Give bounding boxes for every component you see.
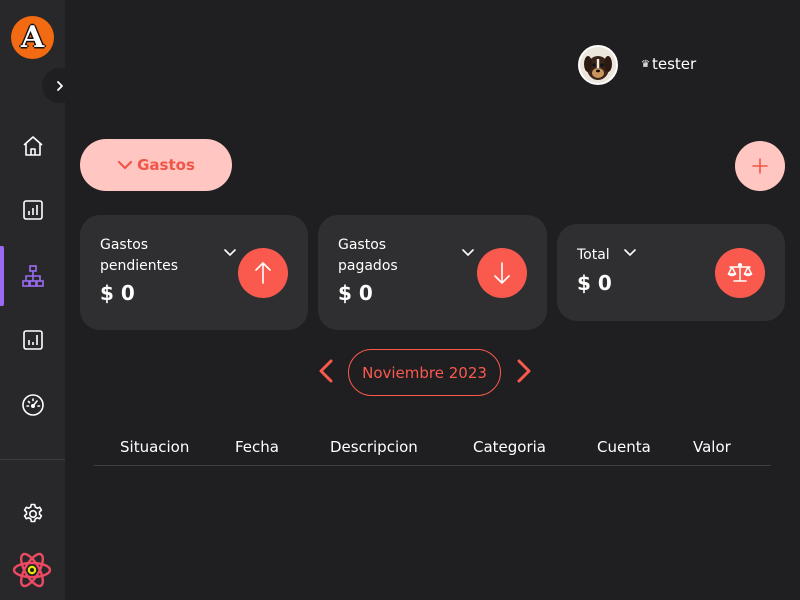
column-header-fecha[interactable]: Fecha [235,438,279,456]
dog-avatar-icon [580,47,616,83]
column-header-situacion[interactable]: Situacion [120,438,189,456]
react-logo-icon [12,550,52,590]
sidebar-item-reports[interactable] [0,190,65,230]
column-header-descripcion[interactable]: Descripcion [330,438,418,456]
card-value: $ 0 [338,281,373,305]
category-dropdown-button[interactable]: Gastos [80,139,232,191]
sidebar-divider [0,459,65,460]
sidebar-item-statistics[interactable] [0,320,65,360]
scale-badge [715,248,765,298]
column-header-valor[interactable]: Valor [693,438,731,456]
scale-icon [727,262,753,282]
chevron-down-icon [118,160,133,170]
month-label: Noviembre 2023 [362,363,487,382]
add-button[interactable] [735,141,785,191]
card-label: Total [577,247,610,263]
card-label: Gastos pagados [338,237,398,274]
bar-chart-icon [22,200,43,220]
chevron-down-icon[interactable] [462,249,474,257]
user-name[interactable]: ♛ tester [641,55,696,73]
previous-month-button[interactable] [317,358,335,384]
plus-icon [752,158,768,174]
chevron-down-icon[interactable] [224,249,236,257]
sidebar-item-settings[interactable] [0,494,65,534]
column-header-categoria[interactable]: Categoria [473,438,546,456]
card-label: Gastos pendientes [100,237,179,274]
arrow-down-badge [477,248,527,298]
category-label: Gastos [137,156,195,174]
arrow-up-icon [255,262,271,284]
sidebar-item-hierarchy[interactable] [0,246,65,306]
table-header-divider [94,465,771,466]
arrow-down-icon [494,262,510,284]
user-name-label: tester [651,55,697,73]
app-logo[interactable]: A [11,16,54,59]
chevron-right-icon [56,80,63,91]
card-paid-expenses: Gastos pagados $ 0 [318,215,547,330]
speedometer-icon [21,394,44,416]
sidebar-item-home[interactable] [0,126,65,166]
card-pending-expenses: Gastos pendientes $ 0 [80,215,308,330]
home-icon [22,136,43,156]
month-selector[interactable]: Noviembre 2023 [348,349,501,396]
column-header-cuenta[interactable]: Cuenta [597,438,651,456]
card-total: Total $ 0 [557,224,785,321]
logo-letter: A [20,19,45,55]
next-month-button[interactable] [515,358,533,384]
sitemap-icon [21,265,44,287]
chevron-down-icon[interactable] [624,249,636,257]
crown-icon: ♛ [641,58,650,70]
sidebar-item-dashboard[interactable] [0,385,65,425]
card-value: $ 0 [100,281,135,305]
sidebar-toggle-button[interactable] [42,68,77,103]
avatar[interactable] [578,45,618,85]
stats-icon [22,330,43,350]
arrow-up-badge [238,248,288,298]
card-value: $ 0 [577,271,612,295]
gear-icon [23,503,42,523]
